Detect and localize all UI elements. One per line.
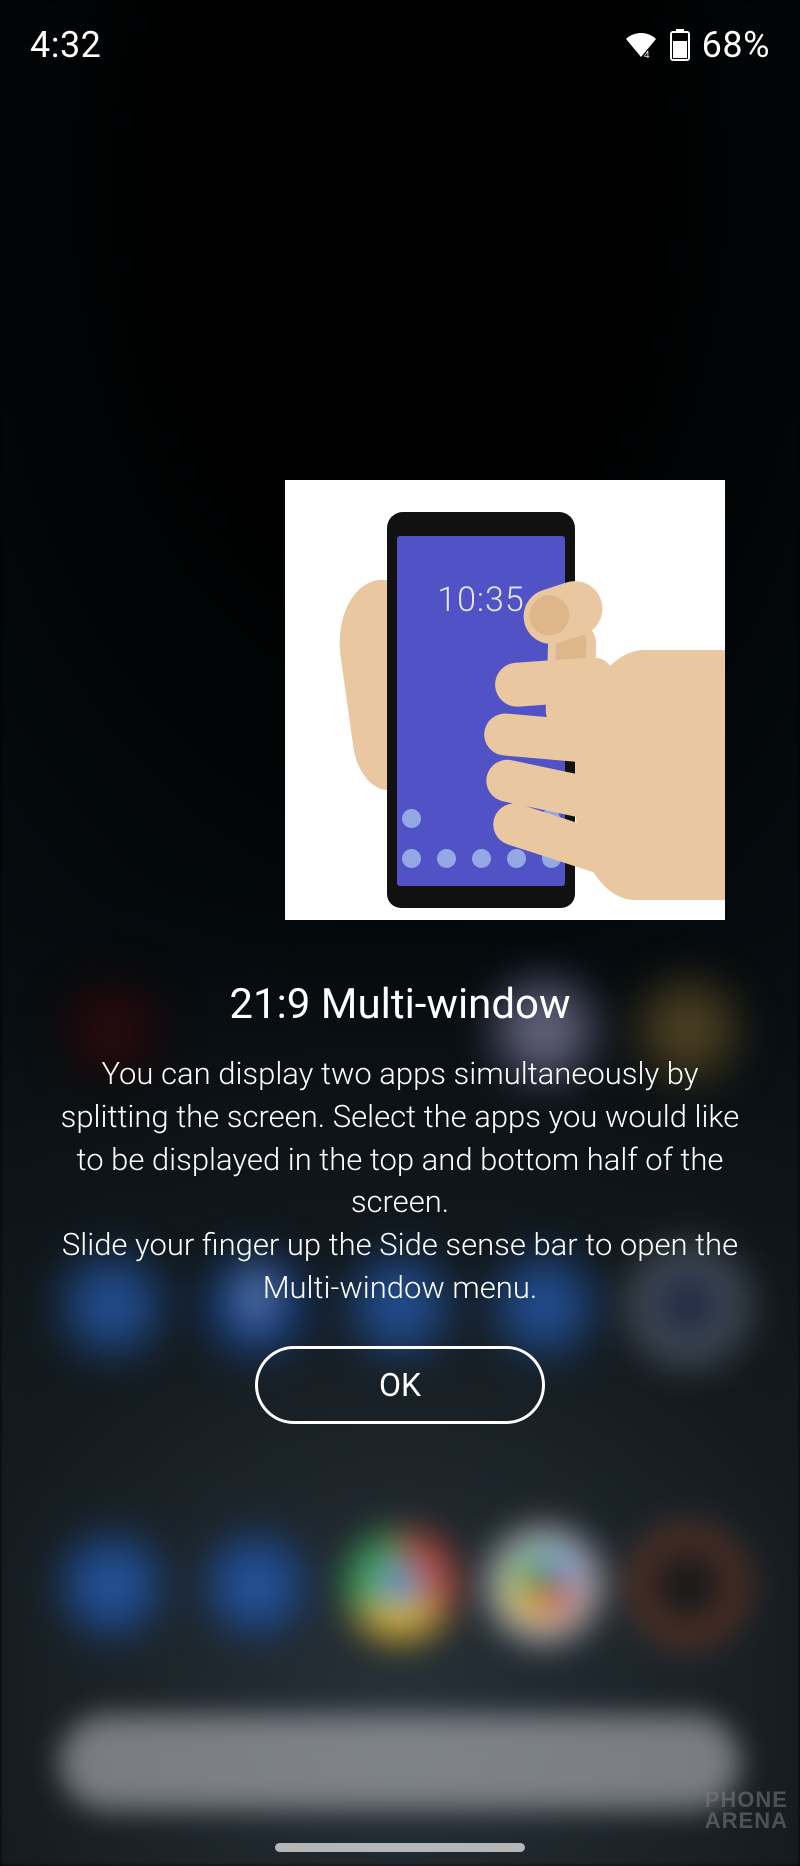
app-icon: [57, 1530, 167, 1640]
app-icon: [633, 1530, 743, 1640]
watermark-line: ARENA: [705, 1811, 788, 1832]
watermark: PHONE ARENA: [705, 1790, 788, 1832]
gesture-nav-bar: [275, 1843, 525, 1852]
status-icons: 4 68%: [624, 24, 770, 66]
status-bar: 4:32 4 68%: [0, 0, 800, 72]
wifi-icon: 4: [624, 31, 658, 59]
google-search-bar: [60, 1715, 740, 1810]
ok-button[interactable]: OK: [255, 1346, 545, 1424]
app-icon: [489, 1530, 599, 1640]
ok-button-label: OK: [379, 1366, 421, 1404]
svg-text:4: 4: [644, 50, 650, 59]
status-time: 4:32: [30, 24, 101, 66]
home-dock: [0, 1530, 800, 1640]
battery-icon: [670, 29, 690, 61]
app-icon: [345, 1530, 455, 1640]
multi-window-tutorial: 10:35 21:9 Multi-window You can display …: [0, 480, 800, 1424]
tutorial-illustration: 10:35: [285, 480, 725, 920]
hand-illustration: [494, 656, 617, 708]
tutorial-body-line: You can display two apps simultaneously …: [48, 1053, 752, 1224]
tutorial-body-line: Slide your finger up the Side sense bar …: [48, 1224, 752, 1310]
tutorial-body: You can display two apps simultaneously …: [0, 1053, 800, 1310]
tutorial-title: 21:9 Multi-window: [229, 980, 570, 1029]
app-icon: [201, 1530, 311, 1640]
battery-percent: 68%: [702, 24, 770, 66]
